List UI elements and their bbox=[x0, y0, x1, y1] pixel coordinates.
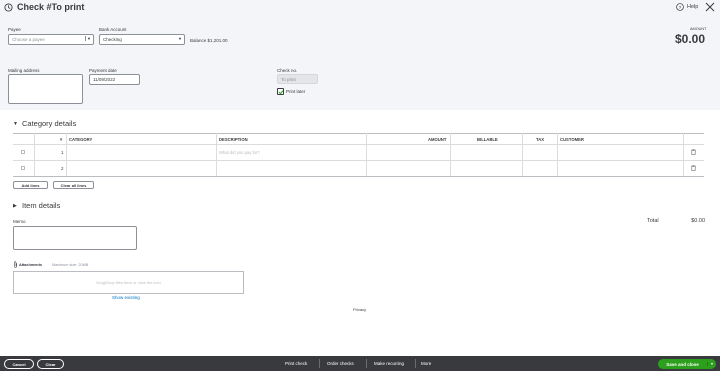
item-section-title[interactable]: Item details bbox=[22, 201, 60, 210]
bank-account-label: Bank Account bbox=[99, 27, 127, 32]
col-category: CATEGORY bbox=[69, 137, 93, 142]
memo-input[interactable] bbox=[13, 226, 137, 250]
footer-bar bbox=[0, 356, 720, 371]
drag-handle-icon[interactable] bbox=[21, 166, 25, 170]
clear-button[interactable]: Clear bbox=[37, 359, 64, 369]
print-later-checkbox[interactable] bbox=[277, 88, 284, 95]
help-link[interactable]: Help bbox=[687, 4, 698, 10]
privacy-link[interactable]: Privacy bbox=[353, 307, 366, 312]
category-collapse-icon[interactable]: ▼ bbox=[13, 121, 18, 127]
col-divider bbox=[522, 133, 523, 176]
col-customer: CUSTOMER bbox=[560, 137, 584, 142]
col-divider bbox=[557, 133, 558, 176]
chevron-down-icon[interactable]: ▼ bbox=[707, 362, 716, 366]
check-no-value: To print bbox=[281, 76, 296, 82]
payment-date-input[interactable]: 11/09/2022 bbox=[89, 74, 140, 85]
col-divider bbox=[66, 133, 67, 176]
trash-icon[interactable] bbox=[691, 165, 696, 171]
table-header-border bbox=[13, 144, 704, 145]
save-and-close-label: Save and close bbox=[666, 361, 699, 367]
attachments-label: Attachments bbox=[19, 263, 42, 267]
col-billable: BILLABLE bbox=[477, 137, 498, 142]
clear-all-lines-button[interactable]: Clear all lines bbox=[53, 181, 94, 189]
attachments-max-size: Maximum size: 20MB bbox=[52, 263, 89, 267]
svg-text:?: ? bbox=[679, 5, 682, 11]
help-icon[interactable]: ? bbox=[676, 3, 684, 11]
memo-label: Memo bbox=[13, 219, 26, 224]
chevron-down-icon: ▼ bbox=[85, 36, 91, 41]
category-section-title[interactable]: Category details bbox=[22, 119, 76, 128]
balance-text: Balance $1,201.00 bbox=[190, 38, 228, 43]
bank-account-value: Checking bbox=[103, 37, 122, 42]
row-number: 1 bbox=[61, 150, 64, 155]
mailing-address-label: Mailing address bbox=[8, 68, 40, 73]
col-tax: TAX bbox=[536, 137, 545, 142]
save-and-close-button[interactable]: Save and close ▼ bbox=[658, 359, 716, 369]
attachments-drop-text: Drag/Drop files here or click the icon bbox=[96, 280, 161, 285]
attachments-dropzone[interactable]: Drag/Drop files here or click the icon bbox=[13, 271, 244, 294]
payee-placeholder: Choose a payee bbox=[12, 37, 45, 42]
footer-divider bbox=[366, 359, 367, 368]
cancel-button[interactable]: Cancel bbox=[4, 359, 34, 369]
amount-value: $0.00 bbox=[674, 32, 705, 46]
order-checks-button[interactable]: Order checks bbox=[327, 361, 354, 366]
add-lines-button[interactable]: Add lines bbox=[13, 181, 48, 189]
print-later-label: Print later bbox=[286, 89, 306, 94]
total-value: $0.00 bbox=[691, 218, 705, 224]
total-label: Total bbox=[647, 218, 659, 224]
make-recurring-button[interactable]: Make recurring bbox=[374, 361, 404, 366]
check-no-input[interactable]: To print bbox=[277, 74, 318, 84]
form-header-area bbox=[0, 0, 720, 110]
col-amount: AMOUNT bbox=[428, 137, 447, 142]
footer-divider bbox=[319, 359, 320, 368]
amount-label: AMOUNT bbox=[690, 27, 707, 31]
chevron-down-icon: ▼ bbox=[178, 36, 182, 41]
bank-account-select[interactable]: Checking ▼ bbox=[99, 34, 185, 45]
payment-date-value: 11/09/2022 bbox=[93, 77, 116, 82]
close-icon[interactable] bbox=[705, 2, 715, 12]
table-row-divider bbox=[13, 160, 704, 161]
col-divider bbox=[216, 133, 217, 176]
col-divider bbox=[366, 133, 367, 176]
mailing-address-input[interactable] bbox=[8, 74, 83, 104]
page-title: Check #To print bbox=[17, 2, 85, 12]
table-top-border bbox=[13, 133, 704, 134]
footer-divider bbox=[415, 359, 416, 368]
paperclip-icon bbox=[13, 261, 18, 268]
payment-date-label: Payment date bbox=[89, 68, 117, 73]
table-bottom-border bbox=[13, 176, 704, 177]
col-divider bbox=[34, 133, 35, 176]
description-placeholder[interactable]: What did you pay for? bbox=[219, 150, 260, 155]
payee-select[interactable]: Choose a payee ▼ bbox=[8, 34, 94, 45]
history-icon[interactable] bbox=[4, 3, 13, 12]
item-expand-icon[interactable]: ▶ bbox=[13, 203, 17, 209]
col-divider bbox=[683, 133, 684, 176]
col-description: DESCRIPTION bbox=[219, 137, 248, 142]
print-check-button[interactable]: Print check bbox=[285, 361, 307, 366]
show-existing-link[interactable]: Show existing bbox=[112, 295, 140, 300]
trash-icon[interactable] bbox=[691, 149, 696, 155]
payee-label: Payee bbox=[8, 27, 21, 32]
check-no-label: Check no. bbox=[277, 68, 298, 73]
row-number: 2 bbox=[61, 166, 64, 171]
col-divider bbox=[450, 133, 451, 176]
col-num: # bbox=[60, 137, 63, 142]
more-button[interactable]: More bbox=[421, 361, 431, 366]
drag-handle-icon[interactable] bbox=[21, 150, 25, 154]
